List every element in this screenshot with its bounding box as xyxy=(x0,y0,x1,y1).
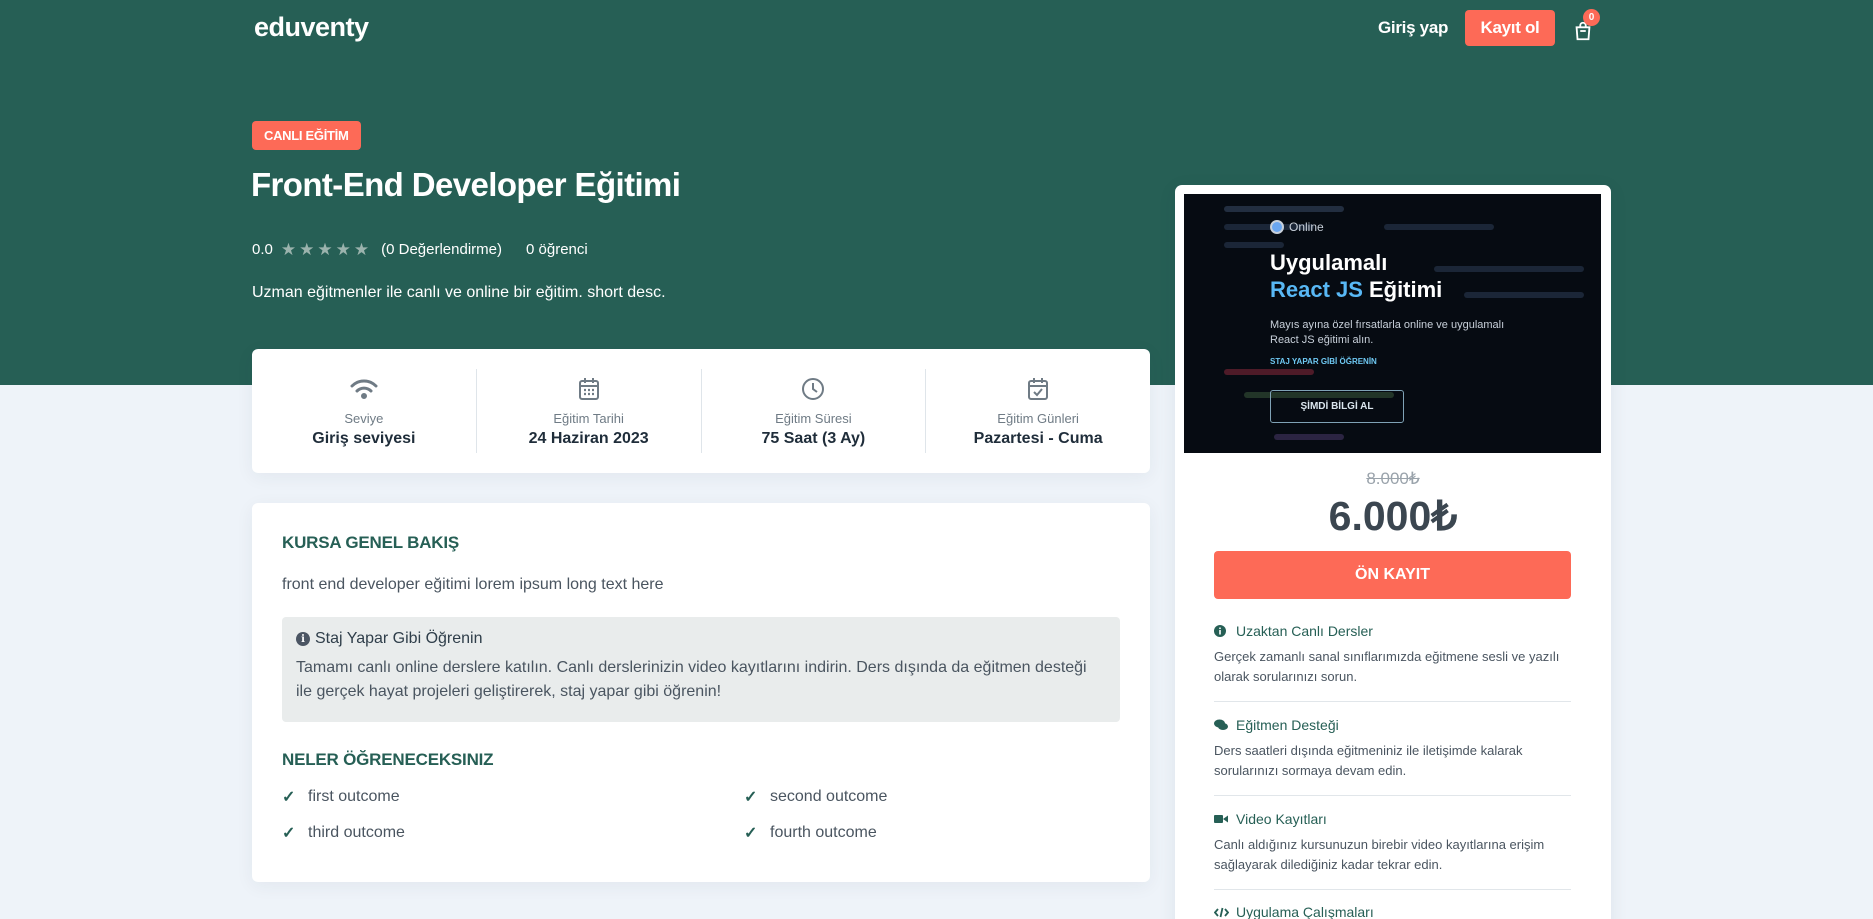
rating-stars: ★ ★ ★ ★ ★ xyxy=(281,241,369,258)
list-item: ✓ second outcome xyxy=(744,787,1120,807)
info-date: Eğitim Tarihi 24 Haziran 2023 xyxy=(477,369,702,453)
feature-title-text: Video Kayıtları xyxy=(1236,811,1327,827)
info-value: Pazartesi - Cuma xyxy=(973,429,1103,447)
star-icon: ★ xyxy=(280,240,297,259)
globe-icon xyxy=(1270,220,1284,234)
info-value: 75 Saat (3 Ay) xyxy=(761,429,866,447)
course-overview: KURSA GENEL BAKIŞ front end developer eğ… xyxy=(252,503,1150,882)
check-icon: ✓ xyxy=(282,825,296,842)
chat-icon xyxy=(1214,719,1232,731)
feature-title: Uzaktan Canlı Dersler xyxy=(1214,623,1571,639)
outcome-text: fourth outcome xyxy=(770,824,877,841)
learn-heading: NELER ÖĞRENECEKSINIZ xyxy=(282,750,494,769)
course-info-card: Seviye Giriş seviyesi Eğitim Tarihi 24 H… xyxy=(252,349,1150,473)
rating-row: 0.0 ★ ★ ★ ★ ★ (0 Değerlendirme) 0 öğrenc… xyxy=(252,241,588,258)
promo-title-line2: React JS Eğitimi xyxy=(1270,277,1442,303)
promo-online-text: Online xyxy=(1289,220,1324,234)
clock-icon xyxy=(798,375,828,403)
old-price: 8.000₺ xyxy=(1366,469,1420,488)
feature-title-text: Uzaktan Canlı Dersler xyxy=(1236,623,1373,639)
promo-description: Mayıs ayına özel fırsatlarla online ve u… xyxy=(1270,319,1505,346)
calendar-check-icon xyxy=(1023,375,1053,403)
info-label: Seviye xyxy=(344,410,384,426)
list-item: ✓ first outcome xyxy=(282,787,744,807)
review-count: (0 Değerlendirme) xyxy=(381,241,502,258)
promo-cta-button[interactable]: ŞİMDİ BİLGİ AL xyxy=(1270,390,1404,423)
star-icon: ★ xyxy=(353,240,370,259)
promo-banner[interactable]: Online Uygulamalı React JS Eğitimi Mayıs … xyxy=(1184,194,1601,453)
code-icon xyxy=(1214,907,1232,918)
check-icon: ✓ xyxy=(744,789,758,806)
video-icon xyxy=(1214,814,1232,824)
check-icon: ✓ xyxy=(282,789,296,806)
info-duration: Eğitim Süresi 75 Saat (3 Ay) xyxy=(702,369,927,453)
info-label: Eğitim Süresi xyxy=(775,410,852,426)
feature-title-text: Uygulama Çalışmaları xyxy=(1236,904,1374,919)
star-icon: ★ xyxy=(317,240,333,259)
info-value: 24 Haziran 2023 xyxy=(528,429,649,447)
info-label: Eğitim Günleri xyxy=(997,410,1079,426)
info-icon xyxy=(1214,625,1232,637)
star-icon: ★ xyxy=(335,240,351,259)
register-button[interactable]: Kayıt ol xyxy=(1465,10,1555,46)
promo-online-label: Online xyxy=(1270,220,1324,234)
info-level: Seviye Giriş seviyesi xyxy=(252,369,477,453)
list-item: ✓ third outcome xyxy=(282,823,744,843)
info-value: Giriş seviyesi xyxy=(312,429,416,447)
feature-title-text: Eğitmen Desteği xyxy=(1236,717,1339,733)
outcome-list: ✓ first outcome ✓ second outcome ✓ third… xyxy=(282,787,1120,843)
note-title-text: Staj Yapar Gibi Öğrenin xyxy=(315,630,483,647)
promo-title-line1: Uygulamalı xyxy=(1270,250,1388,275)
info-icon: i xyxy=(296,632,310,646)
login-link[interactable]: Giriş yap xyxy=(1378,18,1448,38)
rating-value: 0.0 xyxy=(252,241,273,258)
info-days: Eğitim Günleri Pazartesi - Cuma xyxy=(926,369,1150,453)
check-icon: ✓ xyxy=(744,825,758,842)
current-price: 6.000₺ xyxy=(1328,493,1458,539)
outcome-text: second outcome xyxy=(770,788,888,805)
feature-desc: Canlı aldığınız kursunuzun birebir video… xyxy=(1214,837,1545,872)
promo-title-accent: React JS xyxy=(1270,277,1363,302)
promo-tagline: STAJ YAPAR GİBİ ÖĞRENİN xyxy=(1270,357,1377,366)
info-label: Eğitim Tarihi xyxy=(553,410,624,426)
overview-heading: KURSA GENEL BAKIŞ xyxy=(282,533,460,552)
short-description: Uzman eğitmenler ile canlı ve online bir… xyxy=(252,284,666,301)
feature-title: Uygulama Çalışmaları xyxy=(1214,904,1571,919)
feature-desc: Gerçek zamanlı sanal sınıflarımızda eğit… xyxy=(1214,649,1560,684)
logo[interactable]: eduventy xyxy=(254,12,369,43)
student-count: 0 öğrenci xyxy=(526,241,588,258)
wifi-icon xyxy=(349,375,379,403)
cart-count-badge: 0 xyxy=(1583,9,1600,26)
star-icon: ★ xyxy=(299,240,315,259)
feature-desc: Ders saatleri dışında eğitmeniniz ile il… xyxy=(1214,743,1523,778)
list-item: ✓ fourth outcome xyxy=(744,823,1120,843)
calendar-icon xyxy=(574,375,604,403)
outcome-text: first outcome xyxy=(308,788,400,805)
overview-text: front end developer eğitimi lorem ipsum … xyxy=(282,576,664,593)
feature-title: Eğitmen Desteği xyxy=(1214,717,1571,733)
feature-item: Video Kayıtları Canlı aldığınız kursunuz… xyxy=(1214,811,1571,890)
feature-item: Uzaktan Canlı Dersler Gerçek zamanlı san… xyxy=(1214,623,1571,702)
course-title: Front-End Developer Eğitimi xyxy=(251,166,681,203)
outcome-text: third outcome xyxy=(308,824,405,841)
live-training-badge: CANLI EĞİTİM xyxy=(252,121,361,150)
note-text: Tamamı canlı online derslere katılın. Ca… xyxy=(296,659,1087,700)
enroll-sidebar-card: Online Uygulamalı React JS Eğitimi Mayıs … xyxy=(1175,185,1611,919)
info-note-box: i Staj Yapar Gibi Öğrenin Tamamı canlı o… xyxy=(282,617,1120,722)
promo-title-rest: Eğitimi xyxy=(1368,277,1443,302)
feature-title: Video Kayıtları xyxy=(1214,811,1571,827)
feature-item: Eğitmen Desteği Ders saatleri dışında eğ… xyxy=(1214,717,1571,796)
feature-item: Uygulama Çalışmaları xyxy=(1214,904,1571,919)
pre-register-button[interactable]: ÖN KAYIT xyxy=(1214,551,1571,599)
note-title: i Staj Yapar Gibi Öğrenin xyxy=(296,630,1106,648)
